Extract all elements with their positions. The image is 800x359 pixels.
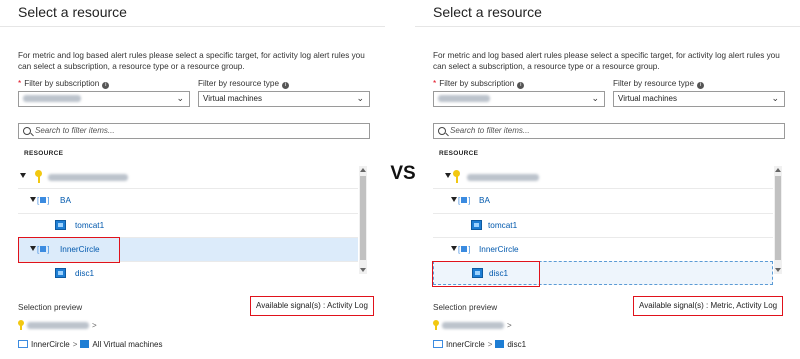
- resource-group-icon: [18, 340, 28, 348]
- chevron-down-icon: ⌄: [356, 93, 364, 103]
- virtual-machine-icon: [55, 220, 66, 230]
- key-icon: [453, 170, 460, 183]
- blurred-subscription-name: [467, 174, 539, 181]
- description-text: For metric and log based alert rules ple…: [433, 51, 780, 71]
- tree-row-ba[interactable]: [] BA: [433, 188, 773, 212]
- breadcrumb-separator: >: [487, 340, 493, 349]
- subscription-filter-label: * Filter by subscription i: [18, 79, 110, 89]
- select-resource-panel-left: Select a resource For metric and log bas…: [0, 0, 385, 359]
- info-icon[interactable]: i: [697, 82, 704, 89]
- resource-group-icon: []: [37, 196, 50, 205]
- tree-row-tomcat1[interactable]: tomcat1: [18, 213, 358, 237]
- expand-arrow-icon[interactable]: [445, 173, 451, 178]
- key-icon: [18, 320, 24, 330]
- virtual-machine-icon: [55, 268, 66, 278]
- required-marker: *: [18, 79, 22, 88]
- chevron-down-icon: ⌄: [771, 93, 779, 103]
- resource-type-dropdown[interactable]: Virtual machines ⌄: [613, 91, 785, 107]
- info-icon[interactable]: i: [282, 82, 289, 89]
- search-icon: [438, 127, 446, 135]
- key-icon: [433, 320, 439, 330]
- tree-row-subscription[interactable]: [18, 165, 358, 189]
- scroll-up-icon[interactable]: [775, 168, 781, 172]
- scrollbar-thumb[interactable]: [360, 176, 366, 260]
- selection-path-resource: InnerCircle > disc1: [433, 340, 526, 349]
- resource-group-icon: []: [458, 245, 471, 254]
- virtual-machine-icon: [80, 340, 90, 348]
- key-icon: [35, 170, 42, 183]
- select-resource-panel-right: Select a resource For metric and log bas…: [415, 0, 800, 359]
- expand-arrow-icon[interactable]: [20, 173, 26, 178]
- subscription-filter-label: * Filter by subscription i: [433, 79, 525, 89]
- info-icon[interactable]: i: [517, 82, 525, 89]
- chevron-down-icon: ⌄: [591, 93, 599, 103]
- scrollbar-thumb[interactable]: [775, 176, 781, 260]
- available-signals-badge: Available signal(s) : Activity Log: [250, 296, 374, 316]
- blurred-subscription-name: [23, 95, 81, 103]
- highlight-box-innercircle: [18, 237, 120, 263]
- expand-arrow-icon[interactable]: [30, 197, 36, 202]
- resource-group-icon: [433, 340, 443, 348]
- subscription-dropdown[interactable]: ⌄: [18, 91, 190, 107]
- highlight-box-disc1: [432, 261, 540, 287]
- blurred-subscription-name: [48, 174, 128, 181]
- resource-group-icon: []: [458, 196, 471, 205]
- resource-type-filter-label: Filter by resource type i: [613, 79, 704, 89]
- breadcrumb-separator: >: [92, 321, 97, 330]
- scroll-up-icon[interactable]: [360, 168, 366, 172]
- tree-row-disc1[interactable]: disc1: [18, 261, 358, 285]
- resource-column-header: RESOURCE: [24, 150, 64, 157]
- resource-search-input[interactable]: Search to filter items...: [18, 123, 370, 139]
- tree-row-tomcat1[interactable]: tomcat1: [433, 213, 773, 237]
- title-divider: [415, 26, 800, 27]
- chevron-down-icon: ⌄: [176, 93, 184, 103]
- virtual-machine-icon: [471, 220, 482, 230]
- expand-arrow-icon[interactable]: [451, 246, 457, 251]
- scroll-down-icon[interactable]: [360, 268, 366, 272]
- selection-path-resource: InnerCircle > All Virtual machines: [18, 340, 162, 349]
- breadcrumb-separator: >: [507, 321, 512, 330]
- tree-row-subscription[interactable]: [433, 165, 773, 189]
- virtual-machine-icon: [495, 340, 505, 348]
- info-icon[interactable]: i: [102, 82, 110, 89]
- resource-tree: [] BA tomcat1 [] InnerCircle disc1: [18, 163, 358, 289]
- resource-type-filter-label: Filter by resource type i: [198, 79, 289, 89]
- resource-column-header: RESOURCE: [439, 150, 479, 157]
- panel-title: Select a resource: [18, 4, 127, 20]
- blurred-subscription-name: [442, 322, 504, 330]
- available-signals-badge: Available signal(s) : Metric, Activity L…: [633, 296, 784, 316]
- description-text: For metric and log based alert rules ple…: [18, 51, 365, 71]
- tree-row-innercircle[interactable]: [] InnerCircle: [433, 237, 773, 261]
- selection-path-subscription: >: [18, 320, 100, 330]
- resource-type-dropdown[interactable]: Virtual machines ⌄: [198, 91, 370, 107]
- required-marker: *: [433, 79, 437, 88]
- selection-preview-label: Selection preview: [433, 303, 498, 312]
- tree-scrollbar[interactable]: [359, 166, 367, 274]
- scroll-down-icon[interactable]: [775, 268, 781, 272]
- breadcrumb-separator: >: [72, 340, 78, 349]
- selection-preview-label: Selection preview: [18, 303, 83, 312]
- subscription-dropdown[interactable]: ⌄: [433, 91, 605, 107]
- panel-title: Select a resource: [433, 4, 542, 20]
- search-icon: [23, 127, 31, 135]
- blurred-subscription-name: [438, 95, 490, 103]
- selection-path-subscription: >: [433, 320, 515, 330]
- expand-arrow-icon[interactable]: [451, 197, 457, 202]
- blurred-subscription-name: [27, 322, 89, 330]
- resource-search-input[interactable]: Search to filter items...: [433, 123, 785, 139]
- title-divider: [0, 26, 385, 27]
- tree-row-ba[interactable]: [] BA: [18, 188, 358, 212]
- tree-scrollbar[interactable]: [774, 166, 782, 274]
